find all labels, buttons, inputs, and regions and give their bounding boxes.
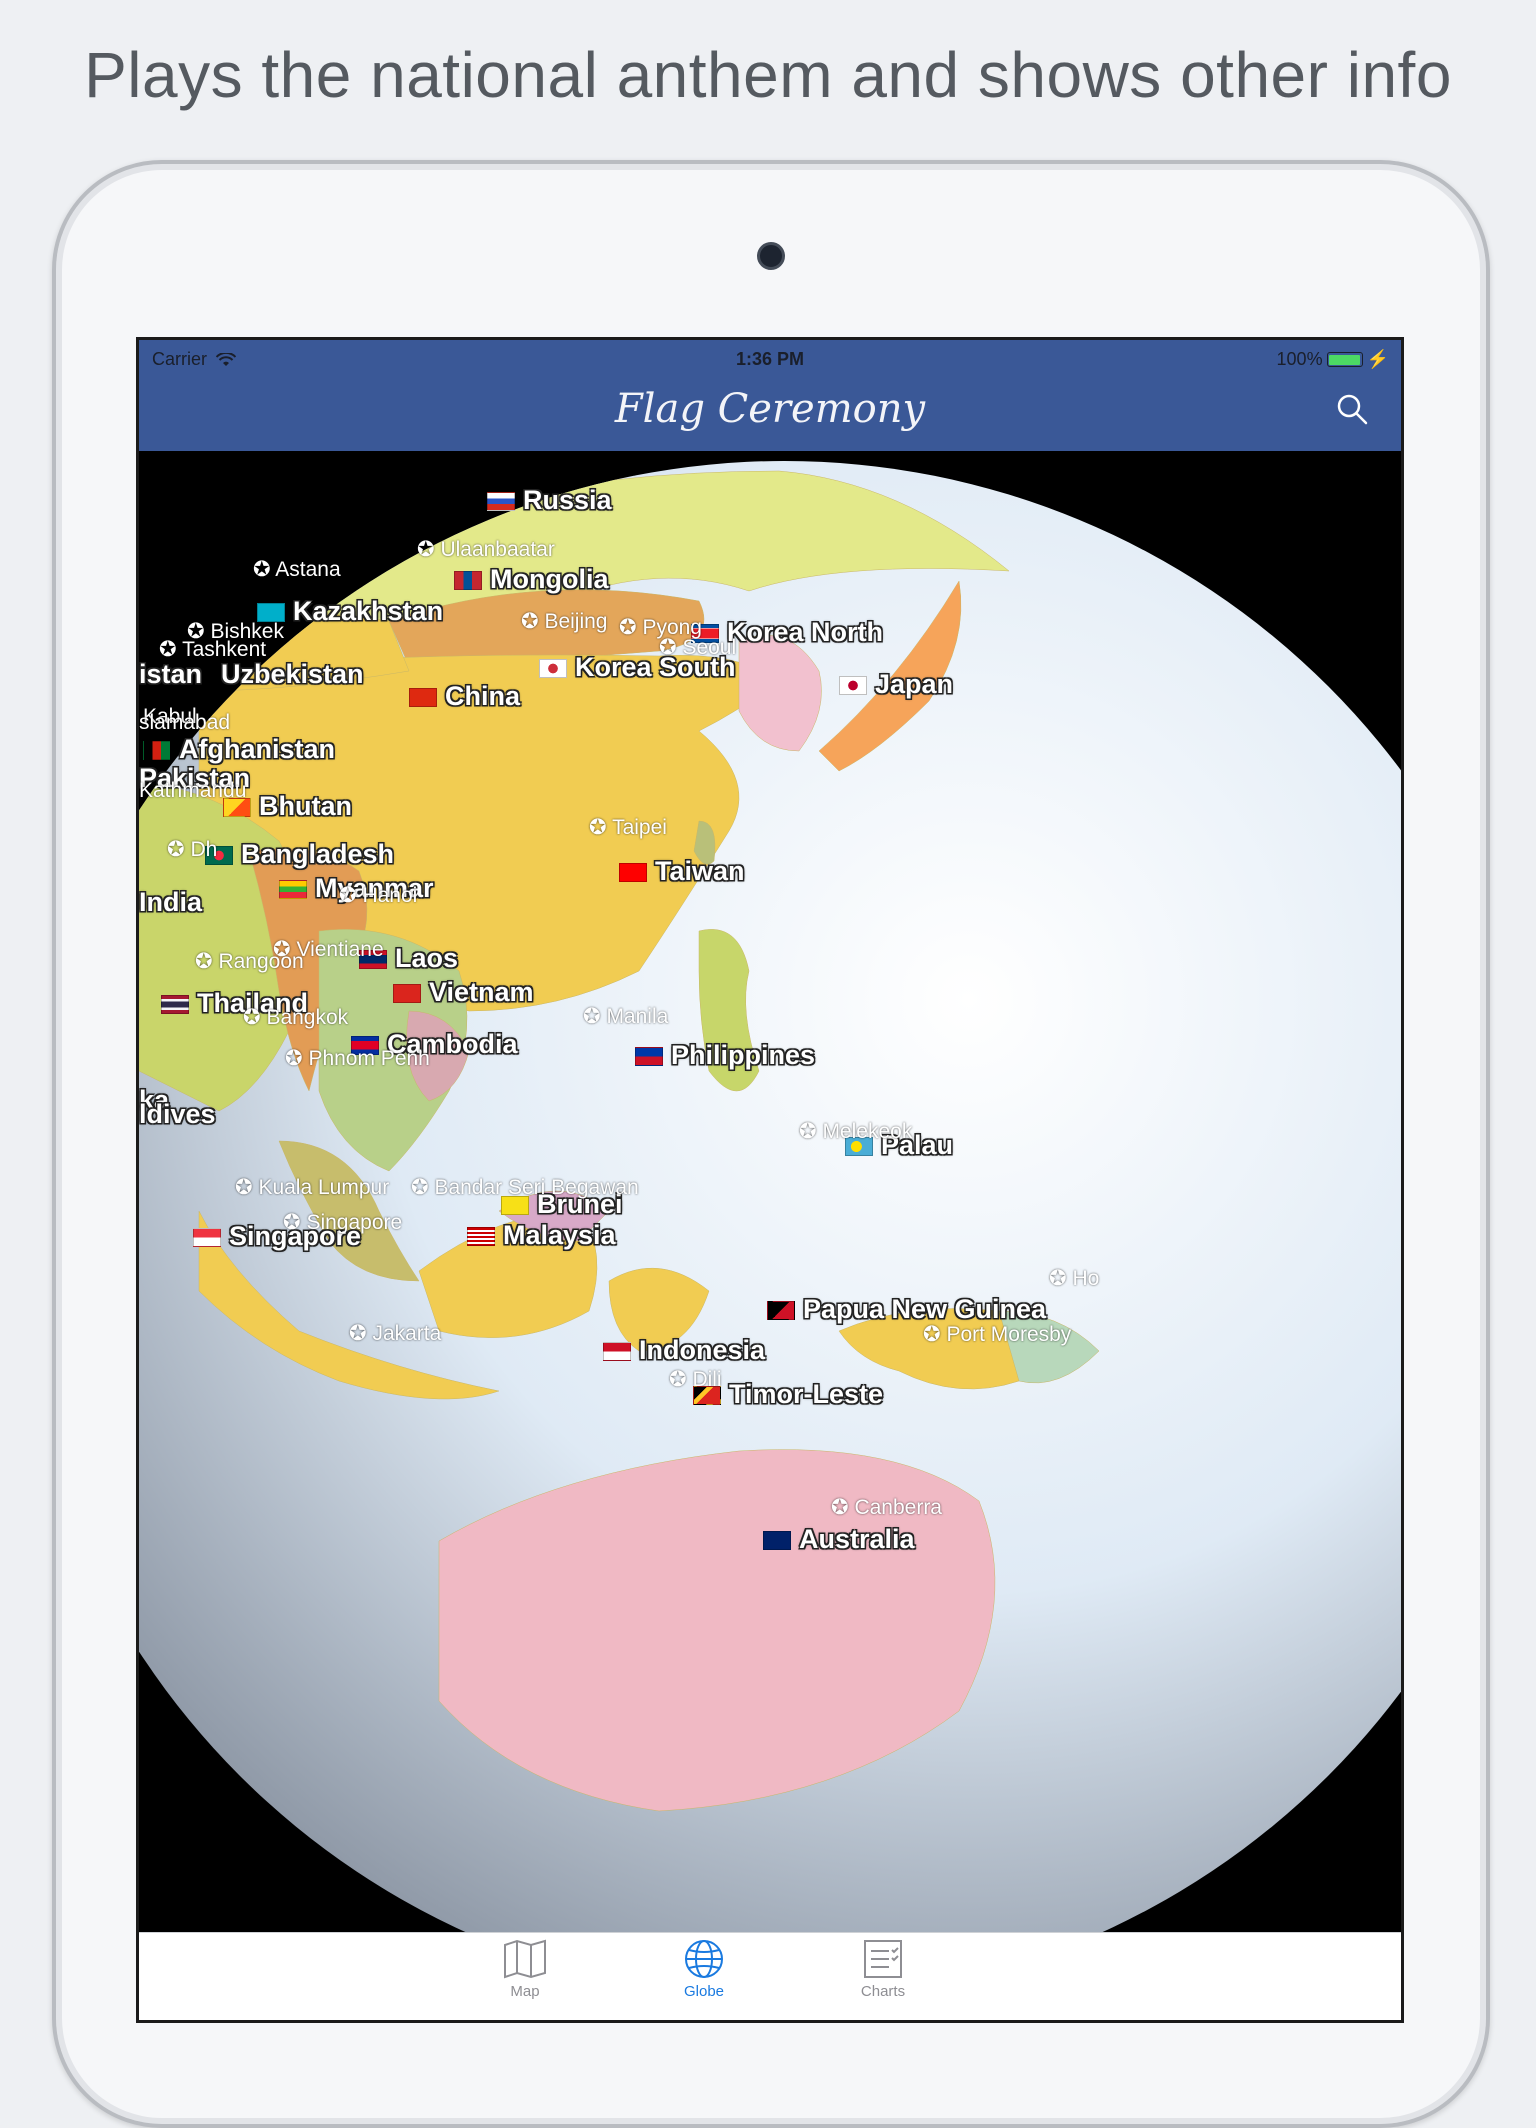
clock: 1:36 PM xyxy=(735,349,805,369)
navigation-bar: Carrier 1:36 PM 100% ⚡ Flag Ceremony xyxy=(139,340,1401,451)
globe-view[interactable]: Russia Mongolia Kazakhstan Korea North K… xyxy=(139,451,1401,1933)
capital-label[interactable]: slamabad xyxy=(139,711,230,735)
capital-label[interactable]: ✪ Dh xyxy=(167,837,217,862)
capital-label[interactable]: ✪ Seoul xyxy=(659,635,736,660)
camera-icon xyxy=(757,242,785,270)
flag-icon xyxy=(635,1047,663,1067)
tab-globe[interactable]: Globe xyxy=(634,1939,774,2019)
country-label[interactable]: Uzbekistan xyxy=(221,659,364,690)
capital-label[interactable]: ✪ Astana xyxy=(253,557,341,582)
capital-label[interactable]: ✪ Canberra xyxy=(831,1495,942,1520)
flag-icon xyxy=(839,676,867,696)
capital-label[interactable]: ✪ Ho xyxy=(1049,1266,1099,1291)
map-icon xyxy=(504,1939,546,1979)
globe-icon xyxy=(685,1940,723,1978)
charts-icon xyxy=(864,1940,902,1978)
flag-icon xyxy=(143,741,171,761)
country-label[interactable]: ldives xyxy=(139,1099,216,1130)
tab-charts-label: Charts xyxy=(860,1983,906,2000)
country-label[interactable]: Mongolia xyxy=(454,564,608,595)
country-label[interactable]: Australia xyxy=(763,1524,915,1555)
capital-label[interactable]: ✪ Singapore xyxy=(283,1210,402,1235)
flag-icon xyxy=(193,1228,221,1248)
battery-percent: 100% xyxy=(1276,349,1323,369)
capital-label[interactable]: ✪ Port Moresby xyxy=(923,1322,1071,1347)
country-label[interactable]: China xyxy=(409,681,520,712)
battery-icon xyxy=(1326,352,1363,367)
promo-headline: Plays the national anthem and shows othe… xyxy=(84,39,1452,111)
capital-label[interactable]: ✪ Ulaanbaatar xyxy=(417,537,555,562)
tab-globe-label: Globe xyxy=(683,1983,725,2000)
flag-icon xyxy=(767,1301,795,1321)
search-icon[interactable] xyxy=(1335,392,1369,426)
capital-label[interactable]: Kathmandu xyxy=(139,779,246,803)
country-label[interactable]: Taiwan xyxy=(619,856,745,887)
tab-bar: Map Globe Charts xyxy=(139,1932,1401,2020)
status-bar: Carrier 1:36 PM 100% ⚡ xyxy=(139,349,1401,373)
tab-map-label: Map xyxy=(510,1983,540,2000)
flag-icon xyxy=(161,995,189,1015)
capital-label[interactable]: ✪ Bangkok xyxy=(243,1005,348,1030)
flag-icon xyxy=(454,571,482,591)
battery-indicator: 100% ⚡ xyxy=(1277,349,1389,370)
capital-label[interactable]: ✪ Jakarta xyxy=(349,1321,441,1346)
flag-icon xyxy=(467,1227,495,1247)
capital-label[interactable]: ✪ Rangoon xyxy=(195,949,304,974)
capital-label[interactable]: ✪ Beijing xyxy=(521,609,607,634)
capital-label[interactable]: ✪ Hanoi xyxy=(339,883,417,908)
country-label[interactable]: Papua New Guinea xyxy=(767,1294,1046,1325)
tab-charts[interactable]: Charts xyxy=(813,1939,953,2019)
charging-icon: ⚡ xyxy=(1366,349,1389,369)
country-label[interactable]: Russia xyxy=(487,485,612,516)
capital-label[interactable]: ✪ Bandar Seri Begawan xyxy=(411,1175,639,1200)
flag-icon xyxy=(539,659,567,679)
capital-label[interactable]: ✪ Taipei xyxy=(589,815,667,840)
capital-label[interactable]: ✪ Melekeok xyxy=(799,1119,912,1144)
flag-icon xyxy=(279,880,307,900)
country-label[interactable]: Indonesia xyxy=(603,1335,765,1366)
country-label[interactable]: Kazakhstan xyxy=(257,596,443,627)
flag-icon xyxy=(409,688,437,708)
country-label[interactable]: Bangladesh xyxy=(205,839,394,870)
capital-label[interactable]: ✪ Phnom Penh xyxy=(285,1046,430,1071)
flag-icon xyxy=(393,984,421,1004)
country-label[interactable]: istan xyxy=(139,659,202,690)
app-title: Flag Ceremony xyxy=(614,386,926,432)
flag-icon xyxy=(487,492,515,512)
capital-label[interactable]: ✪ Manila xyxy=(583,1004,668,1029)
country-label[interactable]: India xyxy=(139,887,202,918)
country-label[interactable]: Philippines xyxy=(635,1040,815,1071)
country-label[interactable]: Vietnam xyxy=(393,977,534,1008)
capital-label[interactable]: ✪ Tashkent xyxy=(159,637,266,662)
flag-icon xyxy=(603,1342,631,1362)
capital-label[interactable]: ✪ Kuala Lumpur xyxy=(235,1175,389,1200)
app-screen: Carrier 1:36 PM 100% ⚡ Flag Ceremony Rus… xyxy=(136,337,1404,2023)
country-label[interactable]: Japan xyxy=(839,669,953,700)
tab-map[interactable]: Map xyxy=(455,1939,595,2019)
country-label[interactable]: Malaysia xyxy=(467,1220,616,1251)
capital-label[interactable]: ✪ Dili xyxy=(669,1367,722,1392)
country-label[interactable]: Afghanistan xyxy=(143,734,335,765)
flag-icon xyxy=(619,863,647,883)
flag-icon xyxy=(763,1531,791,1551)
